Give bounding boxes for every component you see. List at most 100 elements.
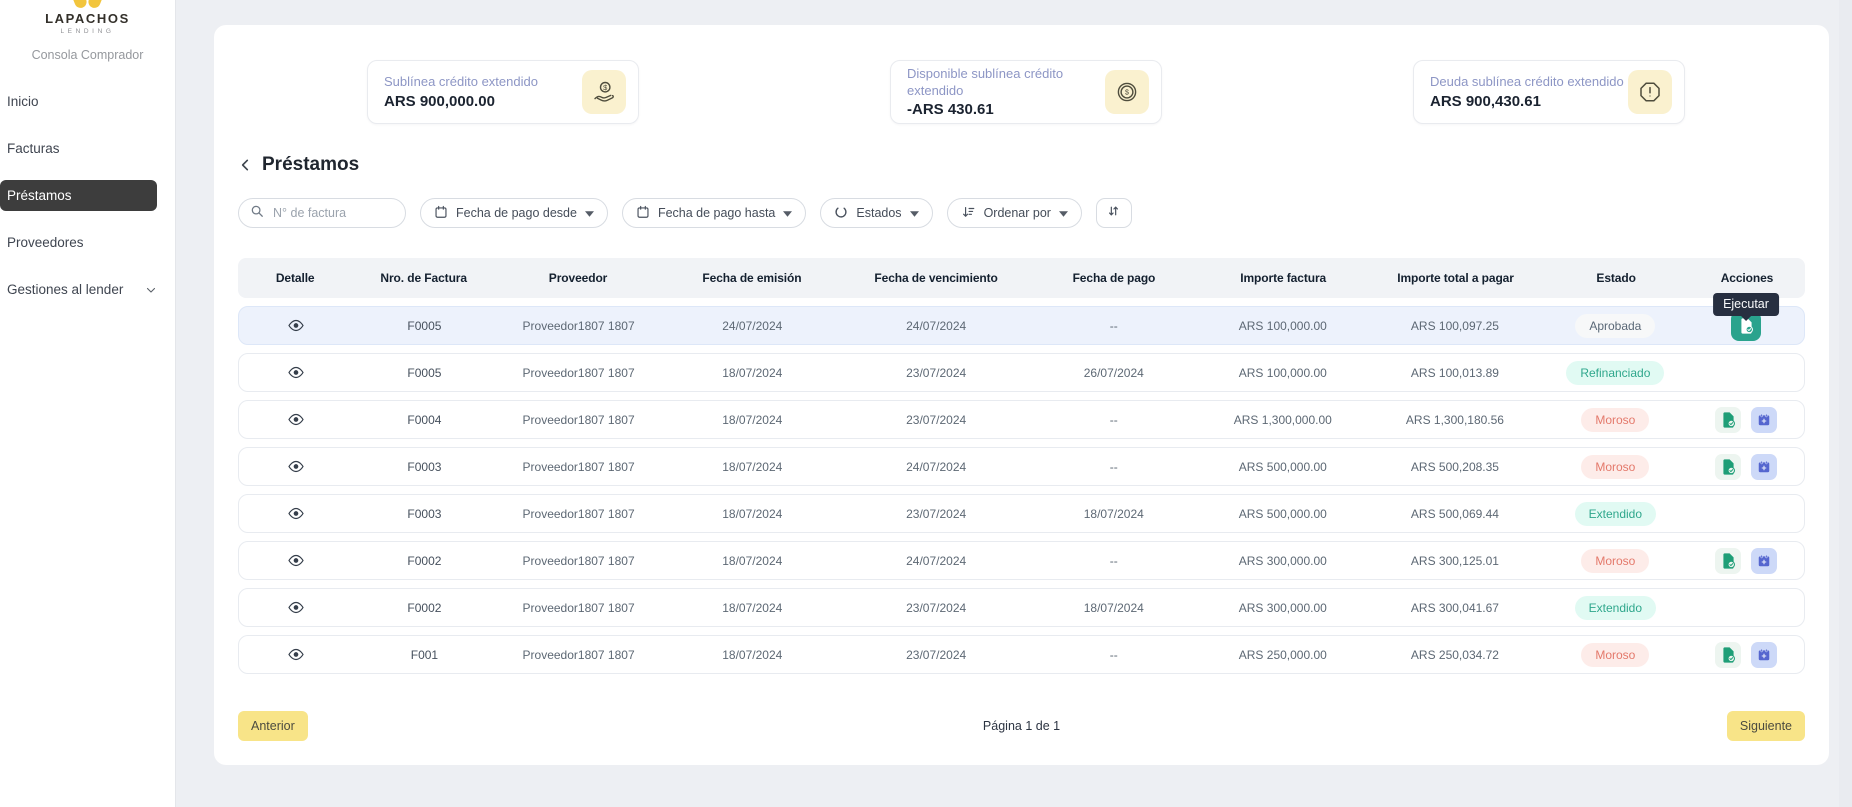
card-text: Disponible sublínea crédito extendido -A… (907, 66, 1105, 118)
calendar-plus-button[interactable] (1751, 454, 1777, 480)
detail-cell (239, 401, 353, 438)
summary-cards: Sublínea crédito extendido ARS 900,000.0… (238, 60, 1805, 124)
sort-direction-button[interactable] (1096, 198, 1132, 228)
ejecutar-tooltip: Ejecutar (1713, 293, 1779, 316)
next-page-button[interactable]: Siguiente (1727, 711, 1805, 741)
invoice-number-cell: F0004 (353, 401, 495, 438)
caret-down-icon (910, 206, 919, 220)
column-header: Estado (1543, 271, 1689, 285)
search-input[interactable] (271, 205, 394, 221)
eye-detail-button[interactable] (288, 366, 304, 379)
status-cell: Moroso (1543, 448, 1689, 485)
caret-down-icon (783, 206, 792, 220)
ejecutar-button[interactable] (1715, 407, 1741, 433)
status-badge: Extendido (1575, 596, 1656, 620)
back-chevron-icon[interactable] (238, 157, 254, 173)
hand-holding-dollar-icon: $ (582, 70, 626, 114)
page-title: Préstamos (262, 154, 359, 176)
previous-page-button[interactable]: Anterior (238, 711, 308, 741)
sidebar-nav: Inicio Facturas Préstamos Proveedores Ge… (0, 86, 175, 305)
calendar-plus-button[interactable] (1751, 548, 1777, 574)
due-date-cell: 24/07/2024 (843, 542, 1029, 579)
actions-cell (1688, 589, 1804, 626)
ejecutar-button[interactable] (1715, 642, 1741, 668)
calendar-plus-button[interactable] (1751, 642, 1777, 668)
invoice-search (238, 198, 406, 228)
filter-ordenar-por[interactable]: Ordenar por (947, 198, 1082, 228)
filter-fecha-desde[interactable]: Fecha de pago desde (420, 198, 608, 228)
row-actions (1715, 401, 1777, 438)
vertical-scrollbar[interactable] (1839, 0, 1852, 807)
pagination: Anterior Página 1 de 1 Siguiente (238, 711, 1805, 741)
payment-date-cell: 26/07/2024 (1029, 354, 1198, 391)
provider-cell: Proveedor1807 1807 (496, 401, 662, 438)
card-deuda-sublinea: Deuda sublínea crédito extendido ARS 900… (1413, 60, 1685, 124)
card-value: ARS 900,430.61 (1430, 93, 1624, 110)
loans-table: DetalleNro. de FacturaProveedorFecha de … (238, 258, 1805, 674)
eye-detail-button[interactable] (288, 601, 304, 614)
status-badge: Refinanciado (1566, 361, 1664, 385)
actions-cell (1688, 636, 1804, 673)
filter-fecha-hasta[interactable]: Fecha de pago hasta (622, 198, 806, 228)
eye-detail-button[interactable] (288, 648, 304, 661)
sidebar-item-inicio[interactable]: Inicio (0, 86, 175, 117)
invoice-number-cell: F0002 (353, 542, 495, 579)
detail-cell (239, 448, 353, 485)
caret-down-icon (1059, 206, 1068, 220)
total-amount-cell: ARS 300,125.01 (1367, 542, 1542, 579)
detail-cell (239, 542, 353, 579)
row-actions (1715, 448, 1777, 485)
invoice-amount-cell: ARS 100,000.00 (1198, 354, 1367, 391)
content-panel: Sublínea crédito extendido ARS 900,000.0… (214, 25, 1829, 765)
ejecutar-button[interactable] (1715, 548, 1741, 574)
sidebar-item-facturas[interactable]: Facturas (0, 133, 175, 164)
invoice-amount-cell: ARS 100,000.00 (1198, 307, 1367, 344)
loan-row: F0002Proveedor1807 180718/07/202424/07/2… (238, 541, 1805, 580)
sidebar-item-gestiones[interactable]: Gestiones al lender (0, 274, 175, 305)
card-text: Deuda sublínea crédito extendido ARS 900… (1430, 74, 1624, 109)
issue-date-cell: 18/07/2024 (662, 542, 844, 579)
status-badge: Moroso (1581, 455, 1649, 479)
total-amount-cell: ARS 300,041.67 (1367, 589, 1542, 626)
provider-cell: Proveedor1807 1807 (496, 636, 662, 673)
due-date-cell: 24/07/2024 (843, 448, 1029, 485)
eye-detail-button[interactable] (288, 507, 304, 520)
page-head: Préstamos (238, 154, 1805, 176)
detail-cell (239, 354, 353, 391)
sidebar-item-label: Préstamos (7, 188, 72, 203)
sidebar-item-label: Facturas (7, 141, 60, 156)
actions-cell: Ejecutar (1688, 307, 1804, 344)
total-amount-cell: ARS 250,034.72 (1367, 636, 1542, 673)
page-info: Página 1 de 1 (983, 719, 1060, 733)
invoice-amount-cell: ARS 1,300,000.00 (1198, 401, 1367, 438)
status-cell: Extendido (1543, 495, 1689, 532)
calendar-plus-button[interactable] (1751, 407, 1777, 433)
eye-detail-button[interactable] (288, 460, 304, 473)
filter-estados[interactable]: Estados (820, 198, 932, 228)
invoice-number-cell: F0003 (353, 495, 495, 532)
eye-detail-button[interactable] (288, 554, 304, 567)
calendar-icon (636, 205, 650, 222)
eye-detail-button[interactable] (288, 413, 304, 426)
eye-detail-button[interactable] (288, 319, 304, 332)
provider-cell: Proveedor1807 1807 (496, 589, 662, 626)
payment-date-cell: -- (1029, 542, 1198, 579)
payment-date-cell: 18/07/2024 (1029, 589, 1198, 626)
sidebar-item-label: Gestiones al lender (7, 282, 123, 297)
sidebar-item-prestamos[interactable]: Préstamos (0, 180, 157, 211)
column-header: Fecha de emisión (661, 271, 843, 285)
payment-date-cell: -- (1029, 448, 1198, 485)
alert-octagon-icon (1628, 70, 1672, 114)
invoice-number-cell: F001 (353, 636, 495, 673)
app-root: LAPACHOS LENDING Consola Comprador Inici… (0, 0, 1852, 807)
status-cell: Aprobada (1543, 307, 1689, 344)
logo-title: LAPACHOS (0, 11, 175, 26)
actions-cell (1688, 401, 1804, 438)
sidebar-item-proveedores[interactable]: Proveedores (0, 227, 175, 258)
status-cell: Moroso (1543, 401, 1689, 438)
ejecutar-button[interactable] (1715, 454, 1741, 480)
card-sublinea-credito: Sublínea crédito extendido ARS 900,000.0… (367, 60, 639, 124)
column-header: Fecha de pago (1029, 271, 1198, 285)
chevron-down-icon (145, 284, 157, 296)
provider-cell: Proveedor1807 1807 (496, 354, 662, 391)
